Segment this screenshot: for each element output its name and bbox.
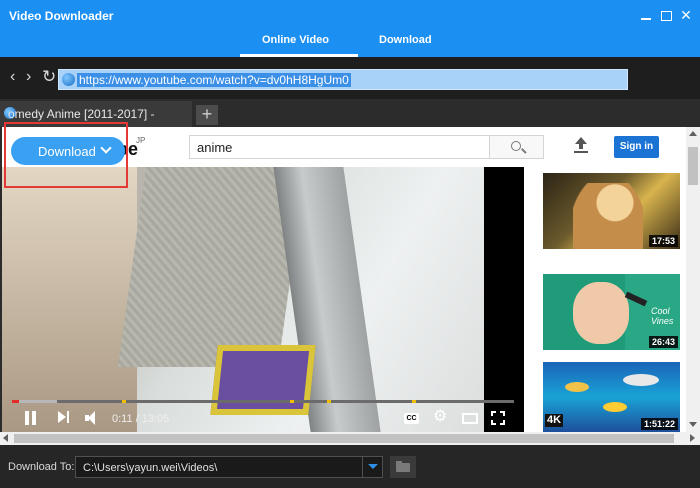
download-path-select[interactable]: C:\Users\yayun.wei\Videos\ [75,456,383,478]
video-thumbnail[interactable]: 4K 1:51:22 [543,362,680,432]
chevron-down-icon[interactable] [362,457,382,477]
download-button[interactable]: Download [11,137,125,165]
globe-icon [62,73,75,86]
chapter-marker [290,400,294,403]
horizontal-scroll-thumb[interactable] [14,434,674,443]
captions-icon[interactable]: CC [404,413,419,424]
time-display: 0:11 / 13:05 [112,413,170,425]
browser-tab-label: omedy Anime [2011-2017] - [8,107,155,121]
duration-badge: 1:51:22 [640,418,678,430]
player-controls: 0:11 / 13:05 CC ⚙ [2,405,524,432]
settings-gear-icon[interactable]: ⚙ [433,409,447,425]
scroll-left-icon[interactable] [3,434,8,442]
vertical-scrollbar[interactable] [686,127,700,432]
maximize-icon[interactable] [659,8,673,22]
address-text[interactable]: https://www.youtube.com/watch?v=dv0hH8Hg… [77,73,351,87]
reload-icon[interactable]: ↻ [42,68,56,85]
forward-icon[interactable]: › [26,69,31,85]
vertical-scroll-thumb[interactable] [688,147,698,185]
close-icon[interactable]: ✕ [679,8,693,22]
pause-icon[interactable] [25,411,37,425]
video-frame [2,167,484,432]
chapter-marker [327,400,331,403]
chevron-down-icon [100,142,112,154]
thumbnail-overlay-text: Cool Vines [651,306,674,326]
download-path-value: C:\Users\yayun.wei\Videos\ [83,462,218,474]
tab-download[interactable]: Download [379,34,432,46]
tab-online-video[interactable]: Online Video [262,34,329,46]
video-player[interactable]: 0:11 / 13:05 CC ⚙ [2,167,524,432]
duration-badge: 26:43 [648,336,678,348]
chapter-marker [412,400,416,403]
progress-played [12,400,19,403]
search-input[interactable]: anime [189,135,490,159]
next-icon[interactable] [58,411,70,423]
video-thumbnail[interactable]: Cool Vines 26:43 [543,274,680,350]
progress-bar[interactable] [12,400,514,403]
scroll-down-icon[interactable] [689,422,697,427]
search-input-value: anime [197,140,233,155]
horizontal-scrollbar[interactable] [0,432,700,445]
upload-icon[interactable] [574,137,588,155]
app-title: Video Downloader [9,9,114,23]
scroll-up-icon[interactable] [689,131,697,136]
download-to-label: Download To: [8,461,75,473]
download-button-label: Download [38,144,96,159]
theater-mode-icon[interactable] [462,413,478,424]
folder-icon[interactable] [390,456,416,478]
new-tab-button[interactable]: + [196,105,218,125]
scroll-right-icon[interactable] [690,434,695,442]
minimize-icon[interactable] [639,8,653,22]
search-button[interactable] [489,135,544,159]
back-icon[interactable]: ‹ [10,69,15,85]
video-thumbnail[interactable]: 17:53 [543,173,680,249]
chapter-marker [122,400,126,403]
fullscreen-icon[interactable] [491,411,505,425]
volume-icon[interactable] [85,411,101,425]
youtube-logo-region: JP [136,136,146,145]
duration-badge: 17:53 [648,235,678,247]
address-bar[interactable]: https://www.youtube.com/watch?v=dv0hH8Hg… [58,69,628,90]
sign-in-button[interactable]: Sign in [614,136,659,158]
4k-badge: 4K [545,414,564,427]
title-bar: Video Downloader ✕ Online Video Download [0,0,700,57]
